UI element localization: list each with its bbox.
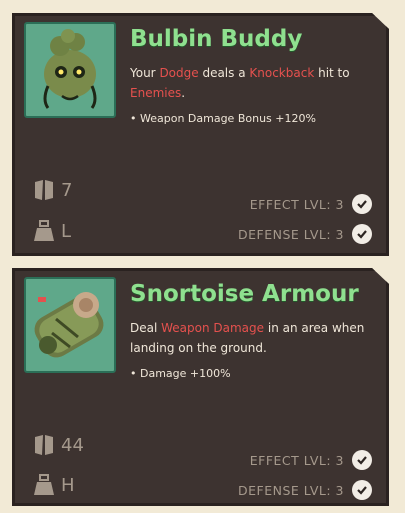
item-bonus: • Damage +100% [130, 367, 231, 380]
weight-value: 44 [61, 434, 84, 456]
keyword-weapon-damage: Weapon Damage [161, 321, 265, 335]
weight-stat: 44 [33, 432, 84, 458]
item-description: Deal Weapon Damage in an area when landi… [130, 321, 365, 355]
check-icon [352, 450, 372, 470]
check-icon [352, 194, 372, 214]
item-description: Your Dodge deals a Knockback hit to Enem… [130, 66, 350, 100]
keyword-dodge: Dodge [159, 66, 199, 80]
item-title: Bulbin Buddy [130, 26, 303, 52]
keyword-enemies: Enemies [130, 86, 182, 100]
check-icon [352, 480, 372, 500]
item-card-bulbin-buddy[interactable]: Bulbin Buddy Your Dodge deals a Knockbac… [12, 13, 389, 256]
kettlebell-icon [33, 219, 55, 243]
kettlebell-icon [33, 473, 55, 497]
size-stat: H [33, 472, 75, 498]
keyword-knockback: Knockback [249, 66, 315, 80]
snortoise-armour-icon [24, 277, 116, 373]
item-title: Snortoise Armour [130, 281, 359, 307]
size-value: H [61, 474, 75, 496]
item-card-snortoise-armour[interactable]: Snortoise Armour Deal Weapon Damage in a… [12, 268, 389, 506]
weight-icon [33, 433, 55, 457]
weight-stat: 7 [33, 177, 72, 203]
size-value: L [61, 220, 72, 242]
effect-level: EFFECT LVL: 3 [250, 449, 372, 471]
effect-level: EFFECT LVL: 3 [250, 193, 372, 215]
defense-level: DEFENSE LVL: 3 [238, 223, 372, 245]
check-icon [352, 224, 372, 244]
size-stat: L [33, 218, 71, 244]
defense-level: DEFENSE LVL: 3 [238, 479, 372, 501]
item-bonus: • Weapon Damage Bonus +120% [130, 112, 316, 125]
weight-value: 7 [61, 179, 73, 201]
weight-icon [33, 178, 55, 202]
bulbin-buddy-icon [24, 22, 116, 118]
